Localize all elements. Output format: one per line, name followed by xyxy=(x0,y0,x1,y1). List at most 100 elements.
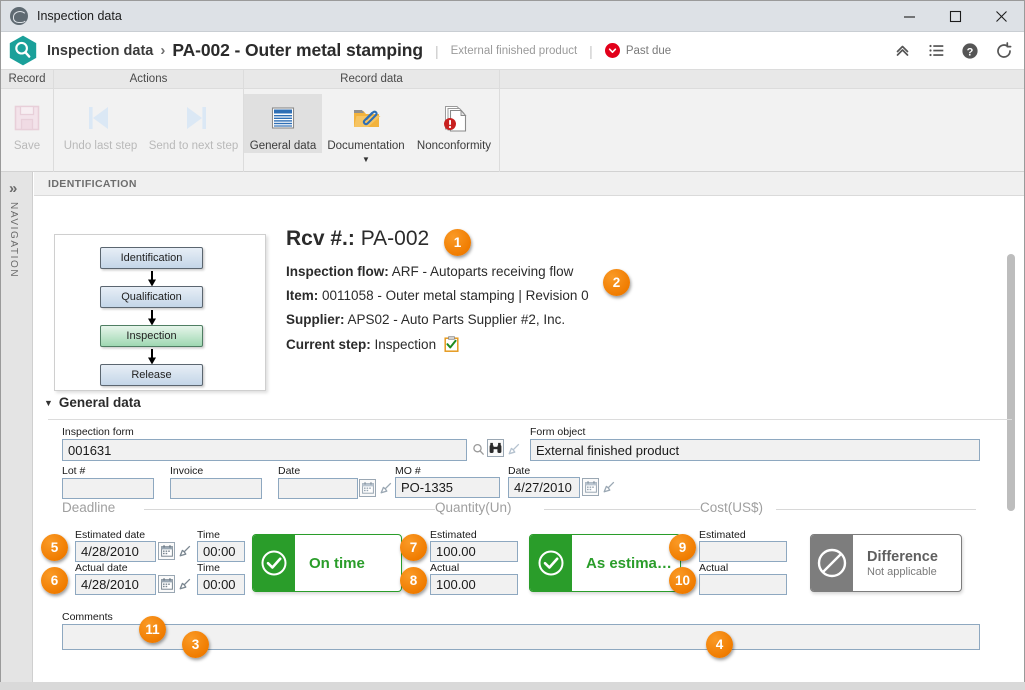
inspection-form-input[interactable]: 001631 xyxy=(62,439,467,461)
current-step-value: Inspection xyxy=(374,337,437,352)
next-step-icon xyxy=(147,100,240,136)
clear-brush-icon-3[interactable] xyxy=(176,542,193,560)
vertical-scrollbar[interactable] xyxy=(1007,254,1015,511)
general-data-label: General data xyxy=(249,140,317,152)
clear-brush-icon-1[interactable] xyxy=(377,479,394,497)
general-data-section-toggle[interactable]: ▼ General data xyxy=(44,395,141,410)
documentation-button[interactable]: Documentation ▼ xyxy=(322,94,410,164)
supplier-value: APS02 - Auto Parts Supplier #2, Inc. xyxy=(347,312,566,327)
undo-step-icon xyxy=(54,100,147,136)
cost-estimated-label: Estimated xyxy=(699,529,746,541)
app-logo-icon xyxy=(10,7,28,25)
window-frame: Inspection data Inspection data › PA-002… xyxy=(0,0,1025,682)
date-input-2[interactable]: 4/27/2010 xyxy=(508,477,580,498)
actual-date-input[interactable]: 4/28/2010 xyxy=(75,574,156,595)
nonconformity-button[interactable]: Nonconformity xyxy=(410,94,498,153)
mo-input[interactable]: PO-1335 xyxy=(395,477,500,498)
deadline-group-title: Deadline xyxy=(62,500,123,515)
estimated-date-label: Estimated date xyxy=(75,529,146,541)
close-button[interactable] xyxy=(978,1,1024,32)
help-icon[interactable]: ? xyxy=(960,41,980,61)
clear-brush-icon[interactable] xyxy=(505,440,522,458)
clear-brush-icon-4[interactable] xyxy=(176,575,193,593)
nonconformity-label: Nonconformity xyxy=(416,140,492,152)
calendar-icon-3[interactable] xyxy=(158,542,175,560)
cost-rule xyxy=(776,509,976,510)
lot-input[interactable] xyxy=(62,478,154,499)
ribbon-group-title: Record xyxy=(1,70,53,89)
check-circle-icon-deadline xyxy=(253,535,295,591)
list-menu-icon[interactable] xyxy=(926,41,946,61)
expand-navigation-icon[interactable]: » xyxy=(9,180,17,197)
clear-brush-icon-2[interactable] xyxy=(600,478,617,496)
item-value: 0011058 - Outer metal stamping | Revisio… xyxy=(322,288,589,303)
estimated-time-label: Time xyxy=(197,529,220,541)
badge-7: 7 xyxy=(400,534,427,561)
no-entry-icon xyxy=(811,535,853,591)
quantity-estimated-input[interactable]: 100.00 xyxy=(430,541,518,562)
cost-actual-input[interactable] xyxy=(699,574,787,595)
quantity-actual-input[interactable]: 100.00 xyxy=(430,574,518,595)
navigation-strip[interactable]: » NAVIGATION xyxy=(1,172,33,682)
badge-6: 6 xyxy=(41,567,68,594)
calendar-icon-2[interactable] xyxy=(582,478,599,496)
general-data-section-label: General data xyxy=(58,395,141,410)
date-input-1[interactable] xyxy=(278,478,358,499)
rcv-number-row: Rcv #.: PA-002 xyxy=(286,227,589,251)
invoice-input[interactable] xyxy=(170,478,262,499)
binoculars-icon[interactable] xyxy=(487,439,504,457)
cost-group-title: Cost(US$) xyxy=(700,500,771,515)
general-data-button[interactable]: General data xyxy=(244,94,322,154)
form-object-input[interactable]: External finished product xyxy=(530,439,980,461)
save-button-label: Save xyxy=(13,140,41,152)
rcv-label: Rcv #.: xyxy=(286,227,355,250)
minimize-button[interactable] xyxy=(886,1,932,32)
collapse-ribbon-icon[interactable] xyxy=(892,41,912,61)
badge-9: 9 xyxy=(669,534,696,561)
refresh-icon[interactable] xyxy=(994,41,1014,61)
ribbon-group-record: Record Save xyxy=(1,70,54,173)
inspection-flow-row: Inspection flow: ARF - Autoparts receivi… xyxy=(286,264,589,279)
documentation-folder-icon xyxy=(322,100,410,136)
collapse-triangle-icon: ▼ xyxy=(44,397,53,408)
ribbon-group-actions: Actions Undo last step Send to next step xyxy=(54,70,244,173)
cost-estimated-input[interactable] xyxy=(699,541,787,562)
estimated-time-input[interactable]: 00:00 xyxy=(197,541,245,562)
maximize-button[interactable] xyxy=(932,1,978,32)
deadline-status-box: On time xyxy=(252,534,402,592)
flow-step-release: Release xyxy=(100,364,203,386)
chevron-down-icon[interactable]: ▼ xyxy=(362,156,370,164)
application-window: Inspection data Inspection data › PA-002… xyxy=(0,0,1025,690)
breadcrumb-separator: › xyxy=(160,42,166,59)
save-icon xyxy=(1,100,53,136)
calendar-icon-4[interactable] xyxy=(158,575,175,593)
flow-step-identification: Identification xyxy=(100,247,203,269)
body-area: » NAVIGATION IDENTIFICATION Identificati… xyxy=(1,172,1024,682)
actual-date-label: Actual date xyxy=(75,562,128,574)
check-circle-icon-quantity xyxy=(530,535,572,591)
search-icon[interactable] xyxy=(470,440,487,458)
identification-details: Rcv #.: PA-002 Inspection flow: ARF - Au… xyxy=(286,227,589,364)
workflow-diagram: Identification Qualification Inspection … xyxy=(54,234,266,391)
estimated-date-input[interactable]: 4/28/2010 xyxy=(75,541,156,562)
current-step-label: Current step: xyxy=(286,337,371,352)
send-to-next-step-button[interactable]: Send to next step xyxy=(147,94,240,153)
ribbon-group-record-data: Record data General data Documentation ▼… xyxy=(244,70,500,173)
window-title: Inspection data xyxy=(37,9,122,23)
calendar-icon-1[interactable] xyxy=(359,479,376,497)
window-controls xyxy=(886,1,1024,32)
window-bottom-edge xyxy=(0,682,1025,690)
date-label-2: Date xyxy=(508,465,531,477)
ribbon-group-title-empty xyxy=(500,70,1024,89)
undo-last-step-button[interactable]: Undo last step xyxy=(54,94,147,153)
supplier-row: Supplier: APS02 - Auto Parts Supplier #2… xyxy=(286,312,589,327)
save-button[interactable]: Save xyxy=(1,94,53,153)
actual-time-input[interactable]: 00:00 xyxy=(197,574,245,595)
breadcrumb-root[interactable]: Inspection data xyxy=(47,43,153,59)
rcv-value: PA-002 xyxy=(360,227,430,250)
header-bar: Inspection data › PA-002 - Outer metal s… xyxy=(1,32,1024,69)
quantity-status-text: As estima… xyxy=(586,554,672,572)
badge-11: 11 xyxy=(139,616,166,643)
inspection-form-label: Inspection form xyxy=(62,426,134,438)
status-badge-label: Past due xyxy=(625,44,672,57)
